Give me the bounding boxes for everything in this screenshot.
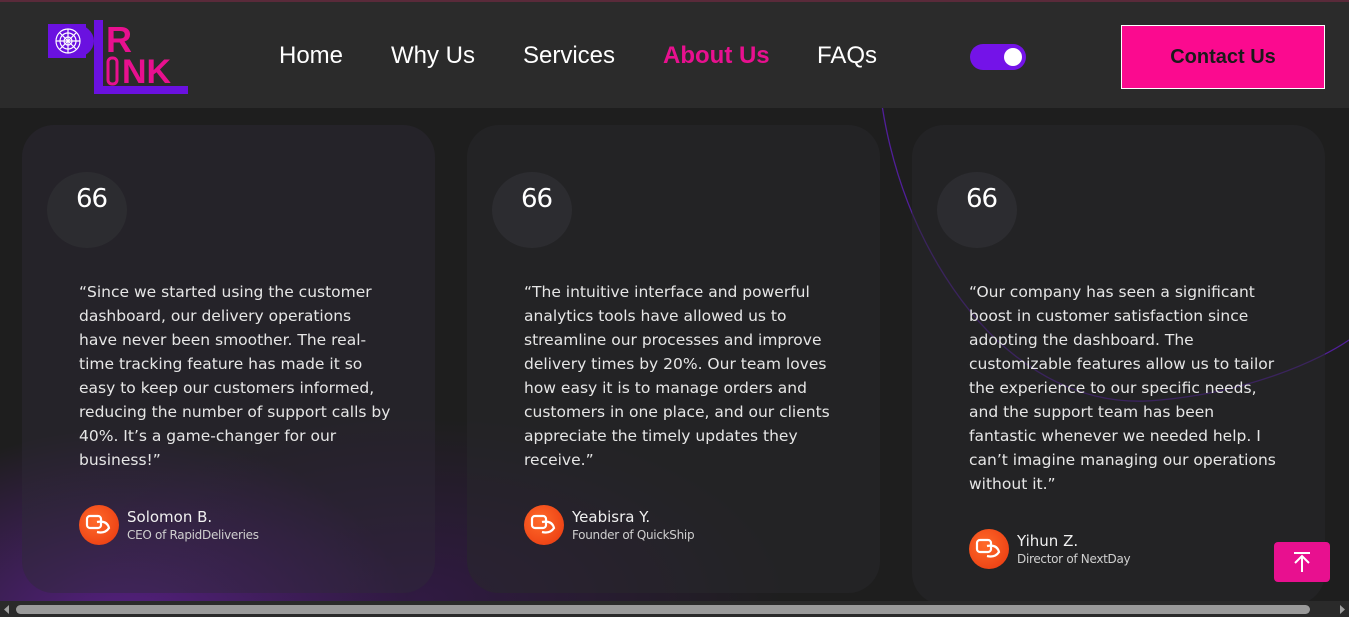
theme-toggle[interactable] <box>970 44 1026 70</box>
testimonial-card: 66 “Since we started using the customer … <box>22 125 435 593</box>
svg-text:NK: NK <box>122 53 172 91</box>
page: R NK Home Why Us Services About Us FAQs … <box>0 0 1349 617</box>
testimonial-author: Solomon B. CEO of RapidDeliveries <box>79 505 259 545</box>
avatar-icon <box>524 505 564 545</box>
author-name: Yihun Z. <box>1017 532 1079 550</box>
scroll-left-arrow-icon[interactable] <box>3 605 11 614</box>
testimonial-text: “Since we started using the customer das… <box>79 283 391 469</box>
horizontal-scrollbar[interactable] <box>0 601 1349 617</box>
nav-item-faqs[interactable]: FAQs <box>817 42 877 70</box>
nav-item-services[interactable]: Services <box>523 42 615 70</box>
testimonial-card: 66 “Our company has seen a significant b… <box>912 125 1325 605</box>
avatar-icon <box>969 529 1009 569</box>
author-name: Yeabisra Y. <box>572 508 651 526</box>
author-role: Founder of QuickShip <box>572 528 695 542</box>
quote-icon: 66 <box>47 172 127 248</box>
author-role: Director of NextDay <box>1017 552 1131 566</box>
toggle-knob <box>1004 48 1022 66</box>
quote-icon: 66 <box>492 172 572 248</box>
testimonial-text: “The intuitive interface and powerful an… <box>524 283 830 469</box>
arrow-up-icon <box>1294 552 1310 572</box>
testimonial-author: Yihun Z. Director of NextDay <box>969 529 1131 569</box>
testimonial-author: Yeabisra Y. Founder of QuickShip <box>524 505 695 545</box>
scroll-to-top-button[interactable] <box>1274 542 1330 582</box>
nav-item-why-us[interactable]: Why Us <box>391 42 475 70</box>
quote-icon: 66 <box>937 172 1017 248</box>
testimonial-text: “Our company has seen a significant boos… <box>969 283 1276 493</box>
nav-item-home[interactable]: Home <box>279 42 343 70</box>
contact-us-button[interactable]: Contact Us <box>1121 25 1325 89</box>
avatar-icon <box>79 505 119 545</box>
scroll-right-arrow-icon[interactable] <box>1338 605 1346 614</box>
scrollbar-thumb[interactable] <box>16 605 1310 614</box>
nav-item-about-us[interactable]: About Us <box>663 42 770 70</box>
testimonial-card: 66 “The intuitive interface and powerful… <box>467 125 880 593</box>
author-name: Solomon B. <box>127 508 213 526</box>
site-header: R NK Home Why Us Services About Us FAQs … <box>0 0 1349 108</box>
author-role: CEO of RapidDeliveries <box>127 528 259 542</box>
brand-logo[interactable]: R NK <box>46 20 190 96</box>
